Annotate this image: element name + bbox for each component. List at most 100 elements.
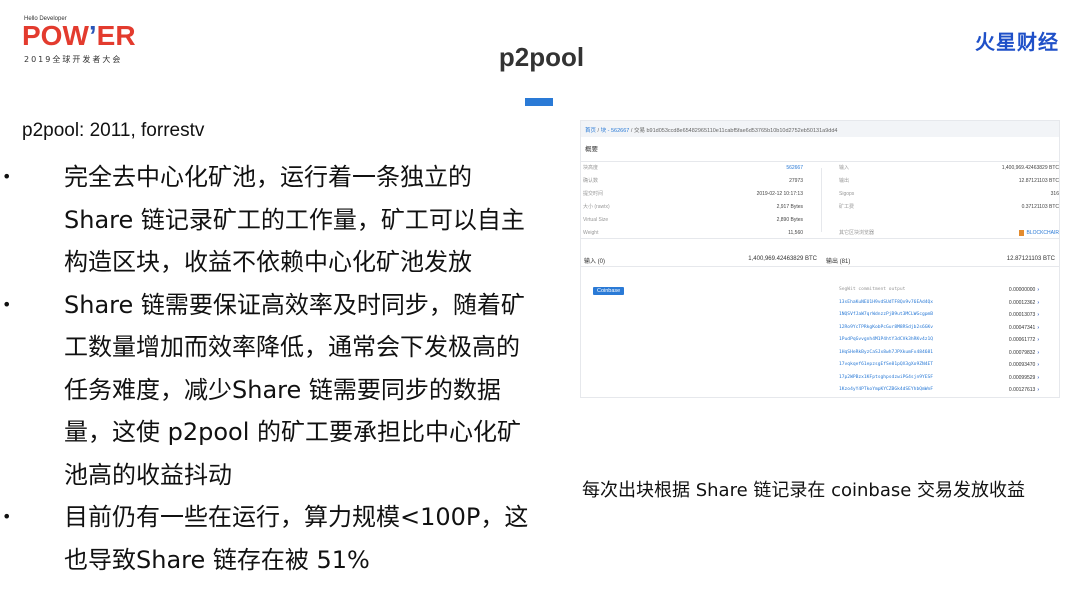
chevron-right-icon[interactable]: ›	[1037, 300, 1039, 306]
chevron-right-icon[interactable]: ›	[1037, 375, 1039, 381]
summary-left-column: 块高度 562667 确认数 27973 提交时间 2019-02-12 10:17:…	[583, 162, 803, 240]
summary-row: Virtual Size 2,890 Bytes	[583, 214, 803, 227]
summary-row: 其它区块浏览器 BLOCKCHAIR	[839, 227, 1059, 240]
summary-row: 块高度 562667	[583, 162, 803, 175]
output-row: 1HqSHeRkByzCaSJx8wh7JPXkumFx484681 0.0007…	[839, 347, 1039, 360]
output-amount: 0.00000000 ›	[1009, 284, 1039, 297]
row-label: Weight	[583, 230, 599, 236]
output-address-link[interactable]: 17vqkqef61epzsgEfSe81pQX3gXo9ZN4ET	[839, 362, 933, 367]
bullet-item: • Share 链需要保证高效率及时同步，随着矿工数量增加而效率降低，通常会下发…	[0, 284, 530, 497]
row-label: Virtual Size	[583, 217, 609, 223]
chevron-right-icon[interactable]: ›	[1037, 362, 1039, 368]
summary-row: Weight 11,560	[583, 227, 803, 240]
output-address-link[interactable]: 12Ro9YcTPRkgKobPcGur8M8RSdjb2s6GKv	[839, 325, 933, 330]
bullet-text: Share 链需要保证高效率及时同步，随着矿工数量增加而效率降低，通常会下发极高…	[64, 290, 525, 489]
outputs-label: 输出 (81)	[826, 259, 851, 265]
output-address-link[interactable]: 17p2WPBzx1KFptsghpsdzwiPG4sjn9YESF	[839, 375, 933, 380]
outputs-list: SegWit commitment output 0.00000000 › 13sE…	[839, 284, 1039, 397]
coinbase-badge: Coinbase	[593, 287, 625, 295]
output-row: 1PudPqGvvgnh4M1P4htY3dCVk3hRKv4z1Q 0.0006…	[839, 334, 1039, 347]
output-address-link[interactable]: 13sEhaKuNEU1H9vdSUdTF8Qx9v76EAd4Qx	[839, 300, 933, 305]
chevron-right-icon[interactable]: ›	[1037, 337, 1039, 343]
row-value: 27973	[789, 178, 803, 184]
output-row: 13sEhaKuNEU1H9vdSUdTF8Qx9v76EAd4Qx 0.0001…	[839, 297, 1039, 310]
output-amount: 0.00127613 ›	[1009, 384, 1039, 397]
amount-value: 0.00093470	[1008, 362, 1036, 368]
bullet-marker: •	[2, 507, 12, 526]
output-address-link[interactable]: 1HqSHeRkByzCaSJx8wh7JPXkumFx484681	[839, 350, 933, 355]
row-label: 矿工费	[839, 204, 855, 210]
summary-row: 输入 1,400,969.42463829 BTC	[839, 162, 1059, 175]
row-value: 0.37121103 BTC	[1021, 204, 1059, 210]
output-row: 17p2WPBzx1KFptsghpsdzwiPG4sjn9YESF 0.0009…	[839, 372, 1039, 385]
output-row: 1NQSVfJaW7qrWdnzzPjB9ut3MCLWGcgpmB 0.0001…	[839, 309, 1039, 322]
inputs-value: 1,400,969.42463829 BTC	[748, 256, 817, 262]
output-address-link[interactable]: 1PudPqGvvgnh4M1P4htY3dCVk3hRKv4z1Q	[839, 337, 933, 342]
outputs-value: 12.87121103 BTC	[1006, 256, 1055, 262]
summary-row: 大小 (rawtx) 2,917 Bytes	[583, 201, 803, 214]
output-amount: 0.00099529 ›	[1009, 372, 1039, 385]
output-amount: 0.00047341 ›	[1009, 322, 1039, 335]
title-accent-bar	[525, 98, 553, 106]
chevron-right-icon[interactable]: ›	[1037, 387, 1039, 393]
output-amount: 0.00079832 ›	[1009, 347, 1039, 360]
breadcrumb-home-link[interactable]: 首页	[585, 128, 596, 134]
block-explorer-screenshot: 首页 / 块 - 562667 / 交易 b91d053ccd8e6548296…	[580, 120, 1060, 398]
row-label: 输出	[839, 178, 850, 184]
blockchair-link[interactable]: BLOCKCHAIR	[1019, 227, 1059, 240]
breadcrumb-tx: 交易 b91d053ccd8e65482965110e11cabf5fae6d5…	[633, 128, 838, 134]
io-header: 输入 (0) 1,400,969.42463829 BTC 输出 (81) 12…	[581, 253, 1059, 267]
row-value: 2,890 Bytes	[776, 217, 803, 223]
amount-value: 0.00099529	[1008, 374, 1036, 381]
bullet-text: 目前仍有一些在运行，算力规模<100P，这也导致Share 链存在被 51%	[64, 503, 529, 574]
block-height-link[interactable]: 562667	[786, 162, 803, 175]
inputs-label: 输入 (0)	[584, 259, 606, 265]
summary-row: 矿工费 0.37121103 BTC	[839, 201, 1059, 214]
chevron-right-icon[interactable]: ›	[1037, 325, 1039, 331]
output-amount: 0.00012362 ›	[1009, 297, 1039, 310]
row-label: 输入	[839, 165, 850, 171]
amount-value: 0.00061772	[1008, 337, 1036, 343]
summary-grid: 块高度 562667 确认数 27973 提交时间 2019-02-12 10:17:…	[581, 161, 1059, 240]
row-value: 2,917 Bytes	[776, 204, 803, 210]
row-value: 316	[1050, 191, 1059, 197]
output-amount: 0.00061772 ›	[1009, 334, 1039, 347]
summary-row	[839, 214, 1059, 227]
slide-subtitle: p2pool: 2011, forrestv	[22, 120, 205, 141]
bullet-marker: •	[2, 294, 12, 314]
output-row: 17vqkqef61epzsgEfSe81pQX3gXo9ZN4ET 0.0009…	[839, 359, 1039, 372]
blockchair-label: BLOCKCHAIR	[1026, 230, 1059, 236]
amount-value: 0.00012362	[1008, 299, 1036, 306]
bullet-list: • 完全去中心化矿池，运行着一条独立的Share 链记录矿工的工作量，矿工可以自…	[0, 156, 540, 581]
chevron-right-icon[interactable]: ›	[1037, 350, 1039, 356]
summary-row: Sigops 316	[839, 188, 1059, 201]
row-label: 其它区块浏览器	[839, 230, 875, 236]
output-amount: 0.00013073 ›	[1009, 309, 1039, 322]
amount-value: 0.00000000	[1008, 287, 1036, 293]
row-label: 提交时间	[583, 191, 604, 197]
amount-value: 0.00127613	[1008, 387, 1036, 393]
summary-row: 确认数 27973	[583, 175, 803, 188]
summary-heading: 概要	[585, 146, 598, 153]
row-value: 11,560	[788, 230, 803, 236]
chevron-right-icon[interactable]: ›	[1037, 312, 1039, 318]
output-row: 12Ro9YcTPRkgKobPcGur8M8RSdjb2s6GKv 0.0004…	[839, 322, 1039, 335]
output-address-link[interactable]: 1Kzo4yY4PTkoYmpKYCZBGk4dSEYhbQmWnF	[839, 387, 933, 392]
row-label: 块高度	[583, 165, 599, 171]
output-row: 1Kzo4yY4PTkoYmpKYCZBGk4dSEYhbQmWnF 0.0012…	[839, 384, 1039, 397]
breadcrumb: 首页 / 块 - 562667 / 交易 b91d053ccd8e6548296…	[581, 121, 1059, 137]
row-label: 确认数	[583, 178, 599, 184]
output-amount: 0.00093470 ›	[1009, 359, 1039, 372]
bullet-text: 完全去中心化矿池，运行着一条独立的Share 链记录矿工的工作量，矿工可以自主构…	[64, 163, 525, 276]
breadcrumb-block-link[interactable]: 块 - 562667	[601, 128, 630, 134]
chevron-right-icon[interactable]: ›	[1037, 287, 1039, 293]
output-address-link[interactable]: 1NQSVfJaW7qrWdnzzPjB9ut3MCLWGcgpmB	[839, 312, 933, 317]
bullet-marker: •	[2, 167, 12, 186]
bullet-item: • 目前仍有一些在运行，算力规模<100P，这也导致Share 链存在被 51%	[0, 496, 530, 581]
row-label: Sigops	[839, 191, 855, 197]
row-label: 大小 (rawtx)	[583, 204, 610, 210]
row-value: 12.87121103 BTC	[1018, 178, 1059, 184]
summary-right-column: 输入 1,400,969.42463829 BTC 输出 12.87121103 B…	[839, 162, 1059, 240]
blockchair-icon	[1019, 229, 1025, 236]
bullet-item: • 完全去中心化矿池，运行着一条独立的Share 链记录矿工的工作量，矿工可以自…	[0, 156, 530, 284]
